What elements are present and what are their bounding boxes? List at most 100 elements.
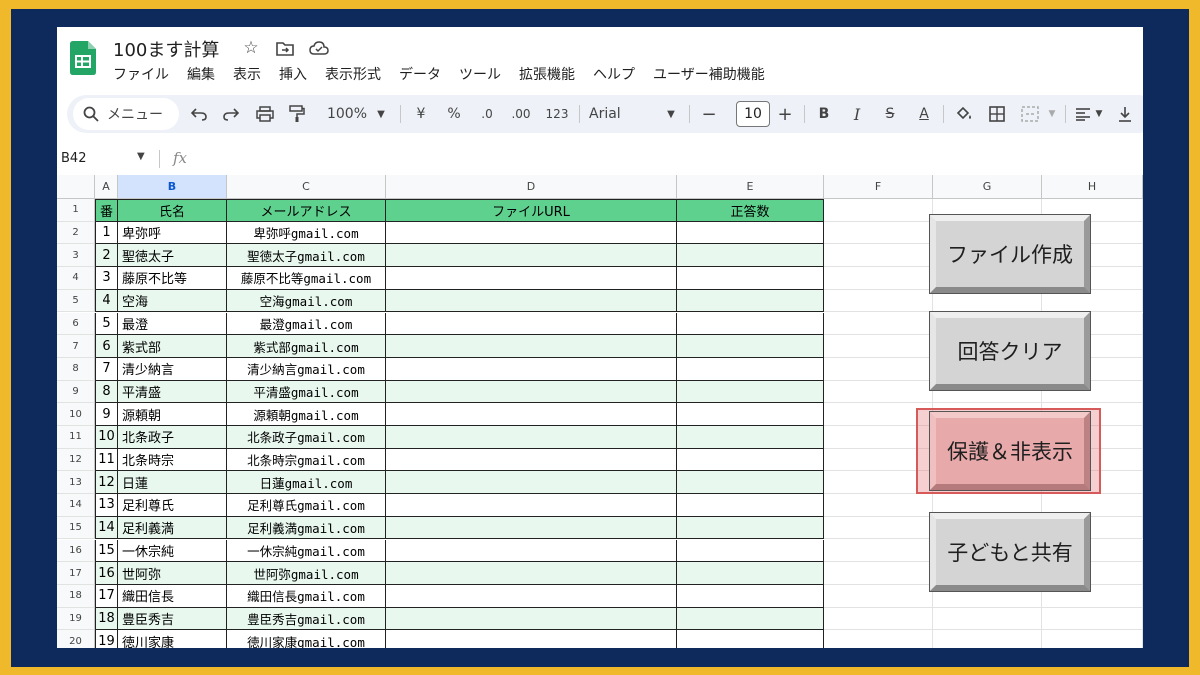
number-cell[interactable]: 5 — [95, 312, 118, 336]
file-url-cell[interactable] — [386, 516, 677, 540]
protect-hide-button[interactable]: 保護＆非表示 — [929, 411, 1091, 491]
number-cell[interactable]: 2 — [95, 244, 118, 268]
name-cell[interactable]: 北条政子 — [118, 426, 227, 449]
name-cell[interactable]: 空海 — [118, 289, 227, 313]
row-header-12[interactable]: 12 — [57, 448, 95, 472]
email-cell[interactable]: 藤原不比等gmail.com — [227, 267, 386, 290]
column-header-e[interactable]: E — [677, 175, 824, 199]
star-icon[interactable]: ☆ — [241, 38, 261, 58]
number-cell[interactable]: 3 — [95, 267, 118, 290]
name-cell[interactable]: 清少納言 — [118, 357, 227, 381]
empty-cell[interactable] — [933, 607, 1042, 631]
row-header-13[interactable]: 13 — [57, 471, 95, 495]
empty-cell[interactable] — [824, 516, 933, 540]
email-cell[interactable]: 日蓮gmail.com — [227, 471, 386, 495]
row-header-9[interactable]: 9 — [57, 380, 95, 404]
bold-button[interactable]: B — [812, 95, 836, 133]
move-folder-icon[interactable] — [275, 38, 295, 58]
create-file-button[interactable]: ファイル作成 — [929, 214, 1091, 294]
file-url-cell[interactable] — [386, 335, 677, 358]
merge-cells-icon[interactable] — [1017, 95, 1043, 133]
header-cell[interactable]: メールアドレス — [227, 199, 386, 222]
row-header-11[interactable]: 11 — [57, 426, 95, 449]
menu-insert[interactable]: 挿入 — [279, 64, 307, 84]
name-cell[interactable]: 平清盛 — [118, 380, 227, 404]
empty-cell[interactable] — [824, 335, 933, 358]
score-cell[interactable] — [677, 335, 824, 358]
redo-icon[interactable] — [219, 95, 243, 133]
file-url-cell[interactable] — [386, 357, 677, 381]
file-url-cell[interactable] — [386, 607, 677, 631]
name-cell[interactable]: 藤原不比等 — [118, 267, 227, 290]
score-cell[interactable] — [677, 448, 824, 472]
file-url-cell[interactable] — [386, 584, 677, 608]
score-cell[interactable] — [677, 289, 824, 313]
currency-format-button[interactable]: ¥ — [409, 95, 433, 133]
number-cell[interactable]: 19 — [95, 630, 118, 648]
empty-cell[interactable] — [824, 267, 933, 290]
align-dropdown-icon[interactable]: ▼ — [1093, 95, 1105, 133]
file-url-cell[interactable] — [386, 312, 677, 336]
empty-cell[interactable] — [933, 630, 1042, 648]
empty-cell[interactable] — [824, 199, 933, 222]
horizontal-align-icon[interactable] — [1071, 95, 1095, 133]
score-cell[interactable] — [677, 539, 824, 563]
column-header-h[interactable]: H — [1042, 175, 1143, 199]
empty-cell[interactable] — [824, 221, 933, 245]
name-cell[interactable]: 豊臣秀吉 — [118, 607, 227, 631]
score-cell[interactable] — [677, 380, 824, 404]
row-header-8[interactable]: 8 — [57, 357, 95, 381]
column-header-g[interactable]: G — [933, 175, 1042, 199]
name-cell[interactable]: 世阿弥 — [118, 562, 227, 585]
empty-cell[interactable] — [1042, 289, 1143, 313]
name-cell[interactable]: 日蓮 — [118, 471, 227, 495]
score-cell[interactable] — [677, 357, 824, 381]
file-url-cell[interactable] — [386, 471, 677, 495]
header-cell[interactable]: 番 — [95, 199, 118, 222]
print-icon[interactable] — [253, 95, 277, 133]
header-cell[interactable]: 氏名 — [118, 199, 227, 222]
name-cell[interactable]: 一休宗純 — [118, 539, 227, 563]
email-cell[interactable]: 織田信長gmail.com — [227, 584, 386, 608]
increase-decimal-button[interactable]: .00 — [505, 95, 537, 133]
menu-tools[interactable]: ツール — [459, 64, 501, 84]
italic-button[interactable]: I — [845, 95, 869, 133]
merge-dropdown-icon[interactable]: ▼ — [1045, 95, 1059, 133]
name-box[interactable]: B42 — [61, 151, 86, 166]
number-cell[interactable]: 1 — [95, 221, 118, 245]
name-cell[interactable]: 北条時宗 — [118, 448, 227, 472]
score-cell[interactable] — [677, 607, 824, 631]
empty-cell[interactable] — [824, 380, 933, 404]
email-cell[interactable]: 空海gmail.com — [227, 289, 386, 313]
name-cell[interactable]: 徳川家康 — [118, 630, 227, 648]
empty-cell[interactable] — [824, 312, 933, 336]
empty-cell[interactable] — [933, 289, 1042, 313]
zoom-select[interactable]: 100% — [323, 95, 371, 133]
decrease-decimal-button[interactable]: .0 — [473, 95, 501, 133]
number-cell[interactable]: 12 — [95, 471, 118, 495]
file-url-cell[interactable] — [386, 403, 677, 426]
empty-cell[interactable] — [824, 494, 933, 517]
file-url-cell[interactable] — [386, 221, 677, 245]
empty-cell[interactable] — [824, 539, 933, 563]
sheets-logo-icon[interactable] — [70, 41, 96, 75]
email-cell[interactable]: 源頼朝gmail.com — [227, 403, 386, 426]
email-cell[interactable]: 北条政子gmail.com — [227, 426, 386, 449]
score-cell[interactable] — [677, 221, 824, 245]
row-header-10[interactable]: 10 — [57, 403, 95, 426]
name-cell[interactable]: 源頼朝 — [118, 403, 227, 426]
menu-view[interactable]: 表示 — [233, 64, 261, 84]
file-url-cell[interactable] — [386, 494, 677, 517]
row-header-7[interactable]: 7 — [57, 335, 95, 358]
empty-cell[interactable] — [1042, 630, 1143, 648]
number-cell[interactable]: 8 — [95, 380, 118, 404]
number-cell[interactable]: 15 — [95, 539, 118, 563]
file-url-cell[interactable] — [386, 380, 677, 404]
cloud-status-icon[interactable] — [309, 38, 329, 58]
name-cell[interactable]: 織田信長 — [118, 584, 227, 608]
font-size-decrease-button[interactable]: − — [697, 95, 721, 133]
email-cell[interactable]: 徳川家康gmail.com — [227, 630, 386, 648]
document-title[interactable]: 100ます計算 — [113, 36, 219, 62]
row-header-1[interactable]: 1 — [57, 199, 95, 222]
number-cell[interactable]: 16 — [95, 562, 118, 585]
